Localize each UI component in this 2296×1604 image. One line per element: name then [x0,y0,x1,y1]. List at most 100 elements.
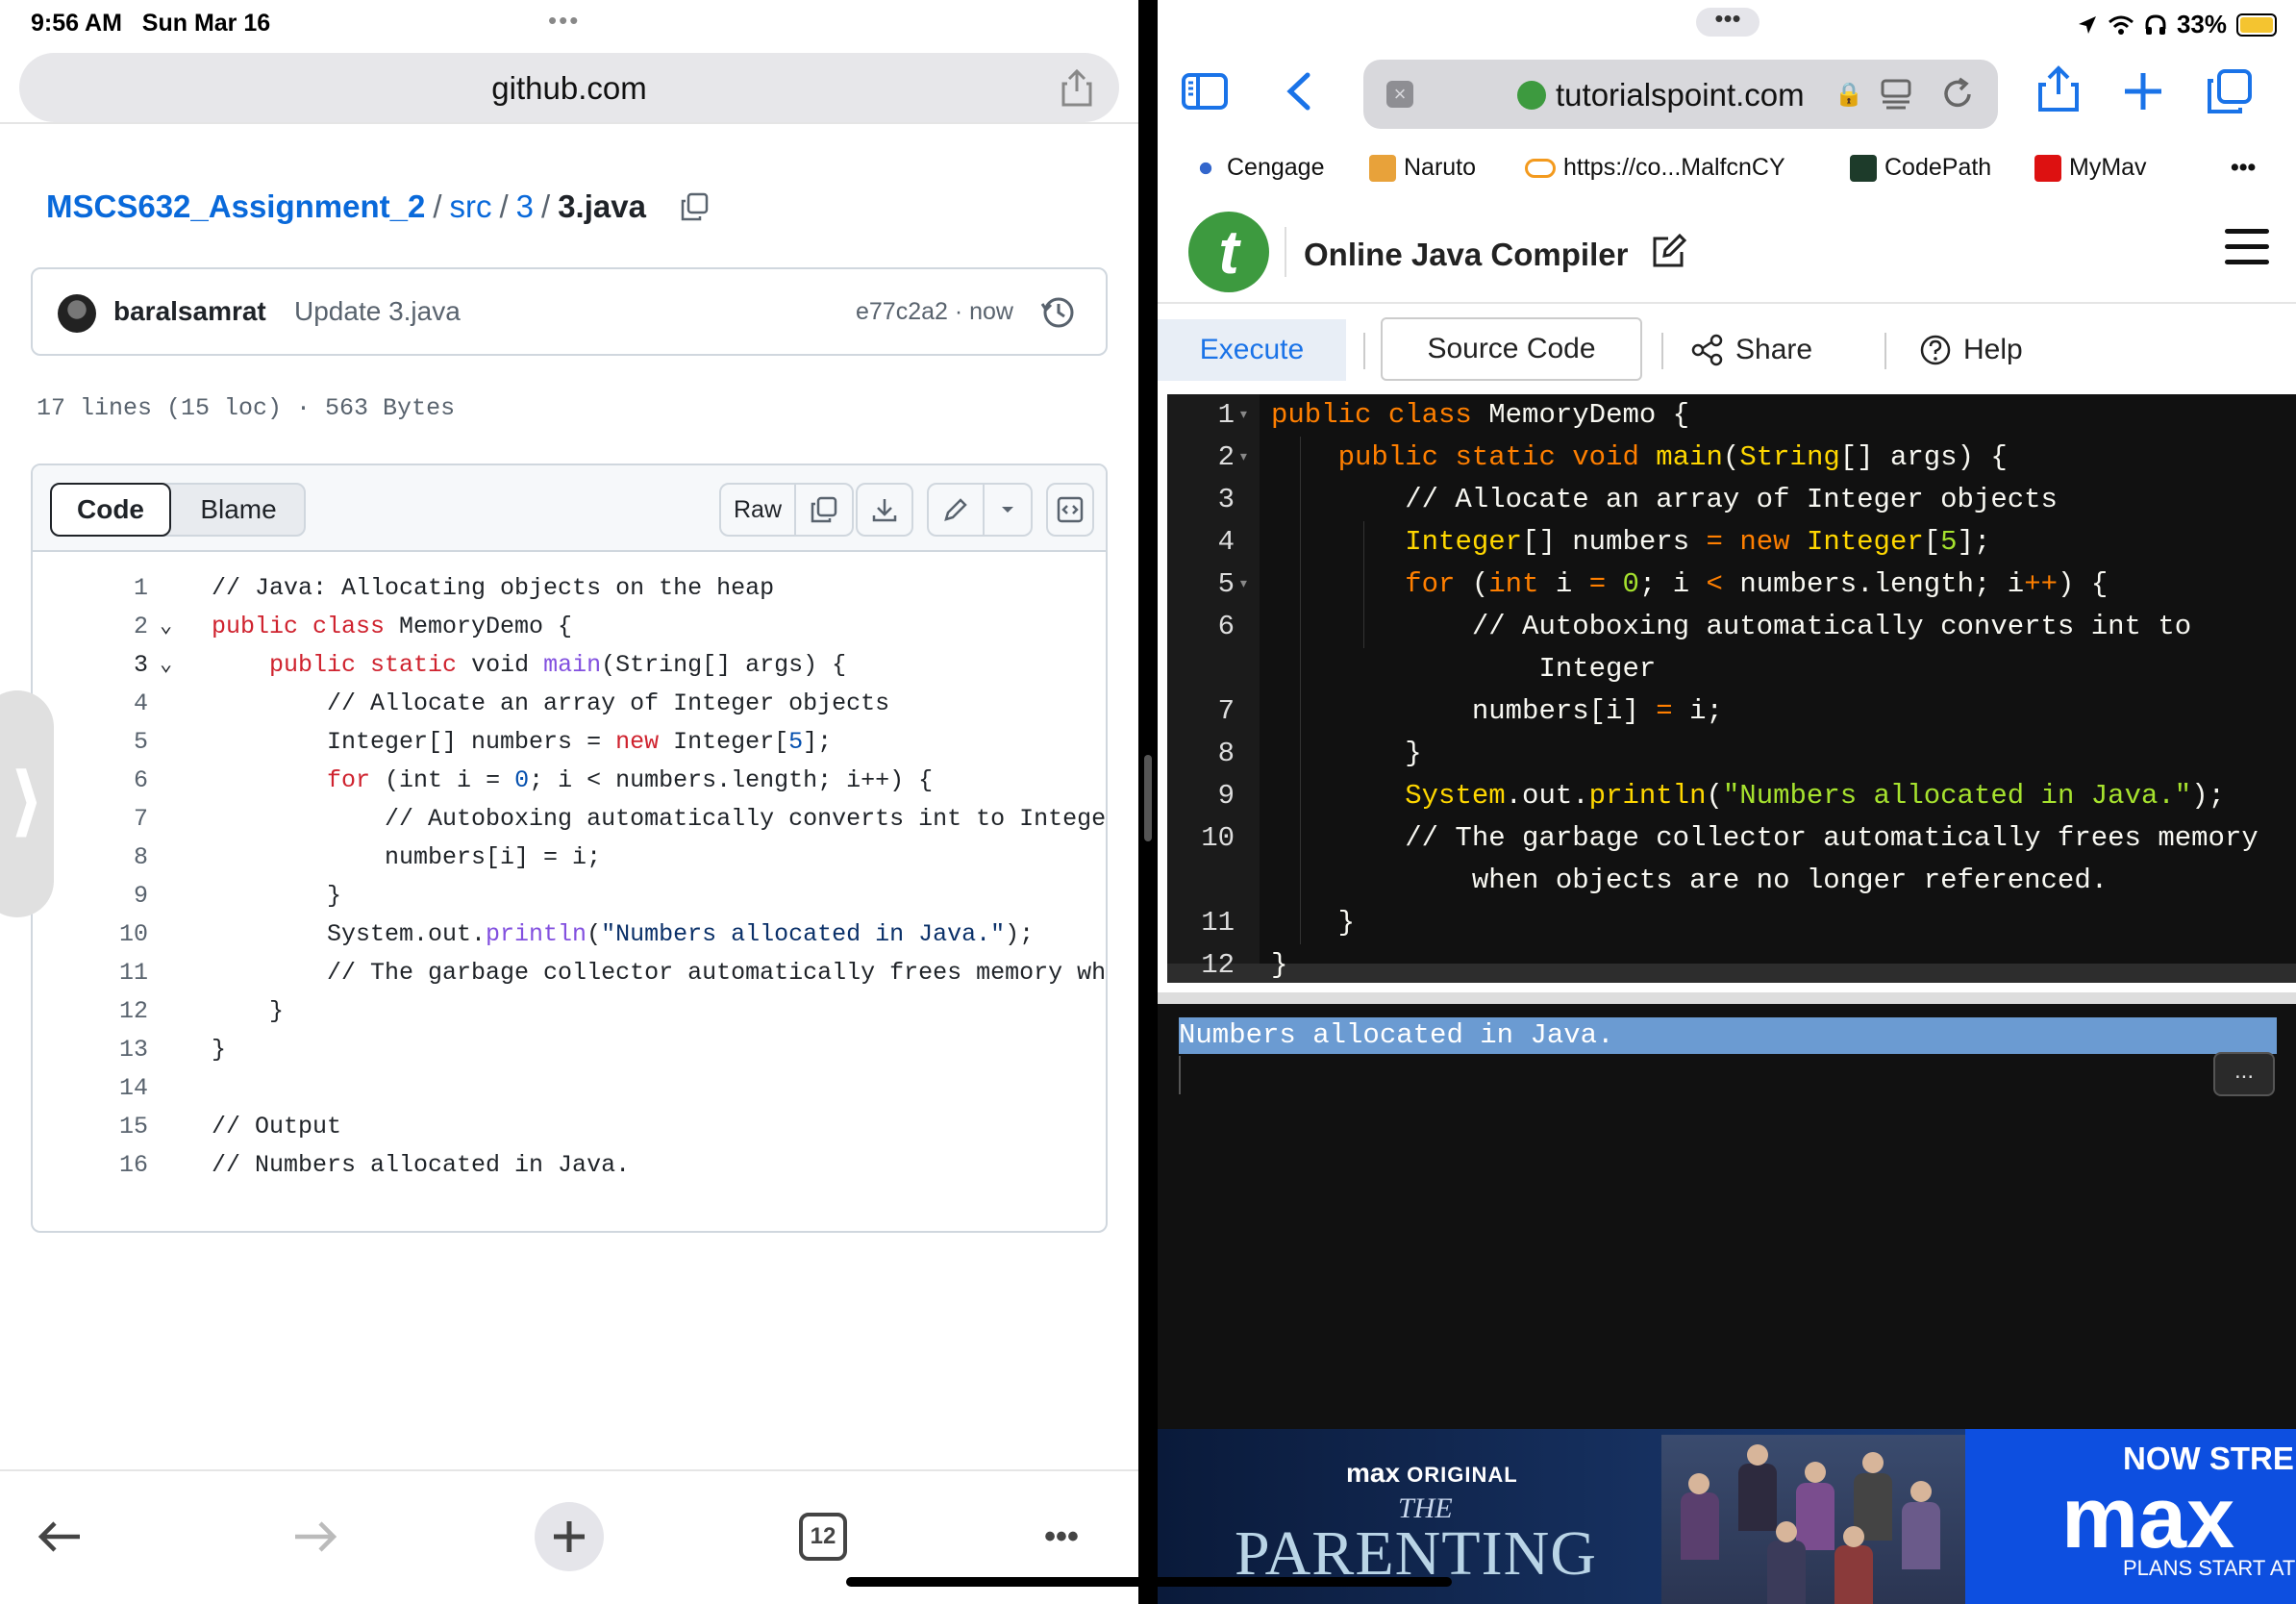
split-view-divider[interactable] [1138,0,1158,1604]
breadcrumb-dir[interactable]: 3 [516,188,534,224]
breadcrumb-src[interactable]: src [450,188,492,224]
plus-icon [554,1521,585,1552]
output-terminal[interactable]: Numbers allocated in Java. ... [1158,992,2296,1429]
avatar[interactable] [58,294,96,333]
page-title: Online Java Compiler [1304,233,1687,273]
slide-over-handle[interactable]: ⟩ [0,690,54,917]
copy-path-icon[interactable] [680,192,709,221]
bookmark-codepath[interactable]: CodePath [1850,154,1991,182]
back-button[interactable] [33,1510,87,1564]
download-group [856,483,913,537]
code-line: 3 ⌄ public static void main(String[] args… [33,646,1106,685]
share-button[interactable]: Share [1691,319,1812,381]
edit-group [927,483,1033,537]
breadcrumb-sep: / [499,188,509,224]
bookmark-cengage[interactable]: Cengage [1192,154,1324,182]
new-tab-icon[interactable] [2119,67,2167,115]
bookmark-naruto[interactable]: Naruto [1369,154,1476,182]
tab-source-code[interactable]: Source Code [1381,317,1642,381]
history-icon[interactable] [1040,294,1077,331]
bookmark-mymav[interactable]: MyMav [2034,154,2147,182]
forward-button[interactable] [288,1510,342,1564]
symbols-button[interactable] [1048,485,1092,535]
output-resize-bar[interactable] [1158,992,2296,1004]
address-bar[interactable]: github.com [19,53,1119,122]
code-line: 1// Java: Allocating objects on the heap [133,574,775,602]
bookmark-link[interactable]: https://co...MalfcnCY [1525,154,1785,182]
sidebar-icon[interactable] [1181,67,1229,115]
symbols-group [1046,483,1094,537]
code-view[interactable]: 1// Java: Allocating objects on the heap… [33,569,1106,1185]
tab-code[interactable]: Code [50,483,171,537]
help-button[interactable]: Help [1919,319,2023,381]
share-icon[interactable] [1060,68,1094,107]
tab-blame[interactable]: Blame [171,485,306,535]
split-grip[interactable] [1144,755,1152,841]
execute-button[interactable]: Execute [1158,319,1346,381]
tabs-overview-icon[interactable] [2206,67,2254,115]
edit-dropdown[interactable] [985,485,1031,535]
tutorialspoint-pane: ••• 33% × tutorialspoint.com 🔒 Cengage N… [1158,0,2296,1604]
breadcrumb: MSCS632_Assignment_2/src/3/3.java [46,188,709,225]
copy-button[interactable] [796,485,852,535]
pencil-icon [944,498,967,521]
commit-message[interactable]: Update 3.java [294,296,461,327]
ad-max-original: max ORIGINAL [1346,1458,1518,1488]
download-button[interactable] [858,485,911,535]
raw-button[interactable]: Raw [721,485,794,535]
code-line: 7 // Autoboxing automatically converts i… [133,805,1108,833]
code-line: 4 // Allocate an array of Integer object… [133,689,890,717]
output-more-button[interactable]: ... [2213,1052,2275,1096]
address-bar[interactable]: × tutorialspoint.com 🔒 [1363,60,1998,129]
address-url: tutorialspoint.com [1556,77,1805,113]
fold-chevron-icon[interactable]: ⌄ [160,608,172,646]
naruto-icon [1369,154,1396,182]
code-line: 11 // The garbage collector automaticall… [118,959,1108,987]
copy-icon [811,496,837,523]
code-line: 8 numbers[i] = i; [133,843,602,871]
reload-icon[interactable] [1940,77,1975,112]
battery-percent: 33% [2176,10,2227,38]
breadcrumb-sep: / [541,188,551,224]
close-tab-icon[interactable]: × [1386,81,1413,108]
menu-icon[interactable] [2225,229,2269,265]
link-icon [1525,158,1556,178]
fold-chevron-icon[interactable]: ⌄ [160,646,172,685]
status-indicators: 33% [2077,10,2277,39]
ad-max-logo: max [2061,1470,2235,1566]
tab-count: 12 [799,1513,847,1561]
file-info: 17 lines (15 loc) · 563 Bytes [37,394,456,422]
latest-commit: baralsamrat Update 3.java e77c2a2 · now [31,267,1108,356]
breadcrumb-repo[interactable]: MSCS632_Assignment_2 [46,188,425,224]
tabs-button[interactable]: 12 [796,1510,850,1564]
breadcrumb-file: 3.java [558,188,646,224]
multitask-dots[interactable]: ••• [548,6,580,36]
more-button[interactable]: ••• [1035,1510,1088,1564]
breadcrumb-sep: / [433,188,442,224]
back-icon[interactable] [1277,67,1325,115]
site-favicon [1517,81,1546,110]
address-url: github.com [491,70,647,106]
mymav-icon [2034,154,2061,182]
code-line: 15// Output [118,1113,342,1140]
arrow-left-icon [37,1521,80,1552]
reader-icon[interactable] [1879,77,1913,112]
cengage-icon [1192,154,1219,182]
new-tab-button[interactable] [535,1502,604,1571]
multitask-dots[interactable]: ••• [1696,6,1759,37]
code-line: 10 System.out.println("Numbers allocated… [118,920,1035,948]
editor-statusbar [1167,964,2296,983]
code-editor[interactable]: 1 ▾ public class MemoryDemo { 2 ▾ public st… [1167,394,2296,983]
code-line: 6 for (int i = 0; i < numbers.length; i+… [133,766,934,794]
share-icon[interactable] [2034,65,2083,113]
share-nodes-icon [1691,334,1723,366]
edit-button[interactable] [929,485,983,535]
edit-icon[interactable] [1649,233,1687,271]
tutorialspoint-logo[interactable]: t [1188,212,1269,292]
commit-author[interactable]: baralsamrat [113,296,266,327]
code-line: 9 } [133,882,342,910]
code-line: 14 [118,1074,148,1102]
commit-meta[interactable]: e77c2a2 · now [856,298,1013,326]
code-panel: Code Blame Raw 1// Java: Allocating obje… [31,464,1108,1233]
bookmarks-more[interactable]: ••• [2231,154,2256,182]
